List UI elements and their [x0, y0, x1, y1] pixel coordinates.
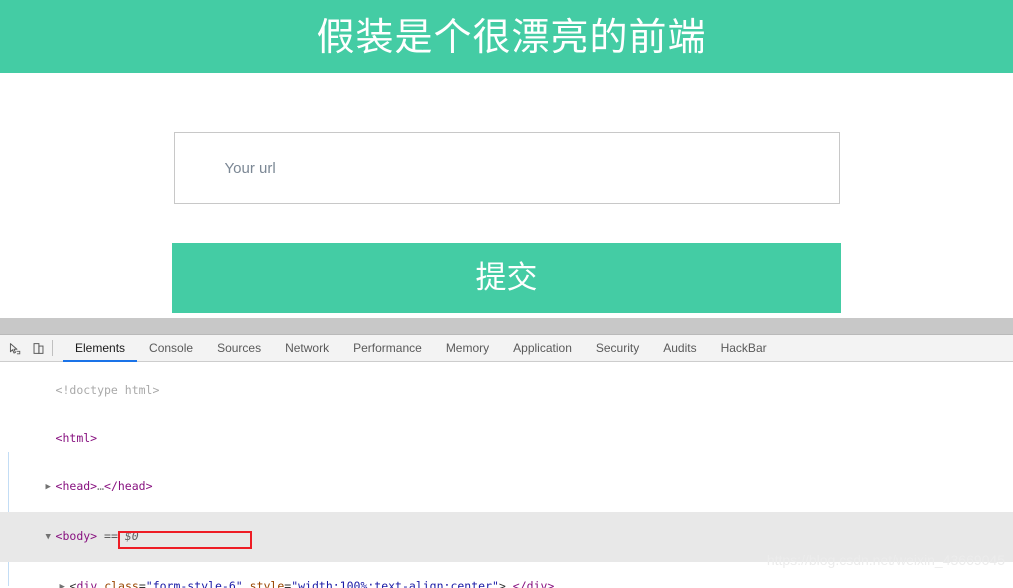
elements-tree-panel[interactable]: <!doctype html> <html> <head>…</head> <b…	[0, 362, 1013, 588]
tab-hackbar[interactable]: HackBar	[709, 335, 779, 362]
devtools-tabbar: Elements Console Sources Network Perform…	[0, 335, 1013, 362]
tree-row-head[interactable]: <head>…</head>	[0, 462, 1013, 512]
div-val-class: "form-style-6"	[145, 579, 243, 588]
selected-node-marker: == $0	[104, 529, 139, 543]
div-ellipsis: …	[505, 579, 513, 588]
tab-memory[interactable]: Memory	[434, 335, 501, 362]
tab-sources-label: Sources	[217, 340, 262, 355]
url-input[interactable]	[173, 132, 840, 204]
tab-audits[interactable]: Audits	[651, 335, 708, 362]
tab-hackbar-label: HackBar	[720, 340, 767, 355]
twisty-closed-icon[interactable]	[60, 579, 70, 588]
div-val-style: "width:100%;text-align:center"	[291, 579, 499, 588]
tab-security-label: Security	[595, 340, 640, 355]
tree-row-doctype[interactable]: <!doctype html>	[0, 366, 1013, 414]
tab-sources[interactable]: Sources	[205, 335, 273, 362]
div-tag: div	[76, 579, 98, 588]
page-header-banner: 假装是个很漂亮的前端	[0, 0, 1013, 73]
submit-button[interactable]: 提交	[172, 243, 841, 313]
tab-console[interactable]: Console	[137, 335, 205, 362]
head-open-tag: <head>	[55, 479, 98, 493]
toolbar-divider	[52, 340, 53, 356]
div-gt: >	[498, 579, 506, 588]
div-attr-class: class	[104, 579, 139, 588]
tab-application-label: Application	[513, 340, 572, 355]
div-attr-style: style	[249, 579, 285, 588]
device-toolbar-icon[interactable]	[26, 336, 50, 360]
devtools-resize-splitter[interactable]	[0, 318, 1013, 335]
head-ellipsis: …	[97, 479, 105, 493]
doctype-text: <!doctype html>	[55, 383, 160, 397]
twisty-closed-icon[interactable]	[46, 479, 56, 495]
tab-console-label: Console	[149, 340, 194, 355]
devtools-tool-icons	[0, 335, 63, 361]
tab-security[interactable]: Security	[584, 335, 651, 362]
tab-elements[interactable]: Elements	[63, 335, 138, 362]
tab-memory-label: Memory	[445, 340, 490, 355]
page-title: 假装是个很漂亮的前端	[316, 14, 707, 59]
rendered-web-page: 假装是个很漂亮的前端 提交	[0, 0, 1013, 318]
devtools-panel: Elements Console Sources Network Perform…	[0, 318, 1013, 588]
url-form: 提交	[0, 73, 1013, 313]
tab-network[interactable]: Network	[273, 335, 341, 362]
watermark-url: https://blog.csdn.net/weixin_43669045	[766, 552, 1005, 568]
tab-application[interactable]: Application	[501, 335, 584, 362]
tab-elements-label: Elements	[75, 340, 126, 355]
inspect-element-icon[interactable]	[2, 336, 26, 360]
head-close-tag: </head>	[104, 479, 153, 493]
tab-audits-label: Audits	[663, 340, 697, 355]
devtools-tab-list: Elements Console Sources Network Perform…	[63, 335, 779, 362]
tree-row-html[interactable]: <html>	[0, 414, 1013, 462]
tab-performance-label: Performance	[353, 340, 422, 355]
tab-network-label: Network	[285, 340, 330, 355]
twisty-open-icon[interactable]	[46, 529, 56, 545]
body-open-tag: <body>	[55, 529, 98, 543]
tab-performance[interactable]: Performance	[341, 335, 434, 362]
div-close-tag: </div>	[512, 579, 555, 588]
html-tag-text: <html>	[55, 431, 98, 445]
